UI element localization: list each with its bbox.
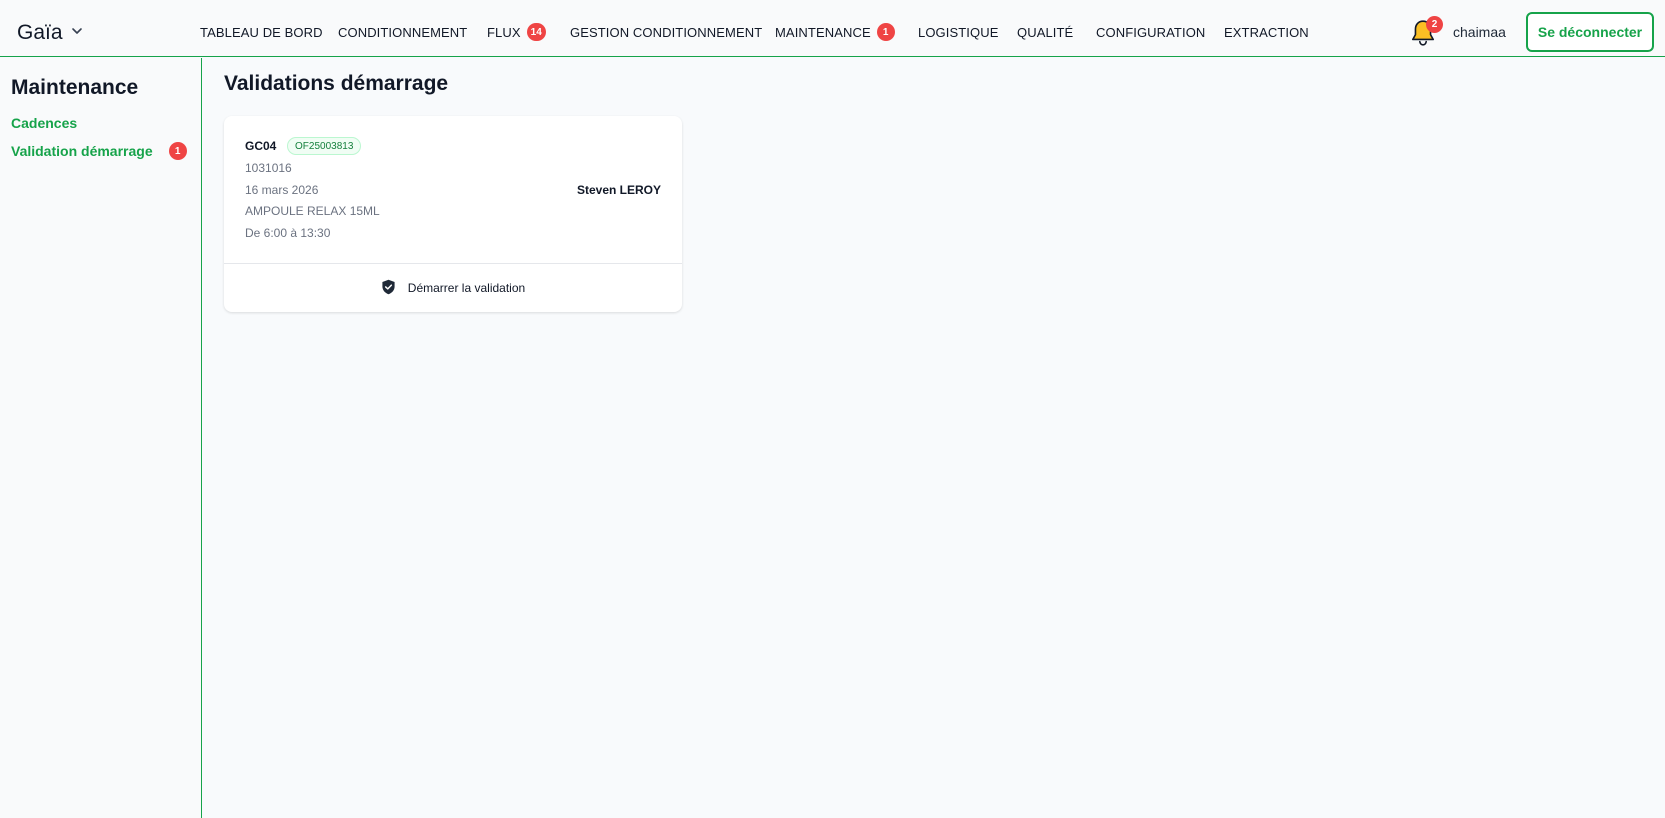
sidebar-item-label: Cadences: [11, 115, 78, 131]
product-name: AMPOULE RELAX 15ML: [245, 204, 380, 218]
page-title: Validations démarrage: [224, 72, 449, 95]
nav-label: LOGISTIQUE: [918, 24, 999, 40]
nav-gestion-conditionnement[interactable]: GESTION CONDITIONNEMENT: [570, 22, 762, 42]
nav-label: EXTRACTION: [1224, 24, 1309, 40]
nav-label: CONFIGURATION: [1096, 24, 1206, 40]
operator-name: Steven LEROY: [576, 183, 661, 197]
nav-tableau-de-bord[interactable]: TABLEAU DE BORD: [200, 22, 323, 42]
nav-label: MAINTENANCE: [775, 24, 871, 40]
validation-card: GC04 OF25003813 1031016 16 mars 2026 AMP…: [224, 116, 682, 312]
sidebar-title: Maintenance: [11, 76, 139, 99]
nav-label: FLUX: [487, 24, 521, 40]
validation-count-badge: 1: [168, 142, 187, 160]
nav-maintenance[interactable]: MAINTENANCE 1: [775, 22, 895, 42]
nav-logistique[interactable]: LOGISTIQUE: [918, 22, 998, 42]
nav-qualite[interactable]: QUALITÉ: [1017, 22, 1073, 42]
app-name: Gaïa: [17, 21, 63, 44]
nav-conditionnement[interactable]: CONDITIONNEMENT: [338, 22, 467, 42]
flux-count-badge: 14: [526, 23, 546, 41]
shield-check-icon: [381, 279, 396, 298]
sidebar-item-cadences[interactable]: Cadences: [11, 115, 77, 131]
nav-label: CONDITIONNEMENT: [338, 24, 468, 40]
chevron-down-icon: [71, 24, 83, 42]
nav-flux[interactable]: FLUX 14: [487, 22, 546, 42]
notifications-button[interactable]: 2: [1410, 16, 1443, 46]
app-switcher[interactable]: Gaïa: [17, 20, 83, 46]
sidebar: Maintenance Cadences Validation démarrag…: [0, 58, 202, 818]
machine-code: GC04: [245, 139, 277, 153]
sidebar-item-label: Validation démarrage: [11, 143, 153, 159]
nav-configuration[interactable]: CONFIGURATION: [1096, 22, 1205, 42]
start-validation-button[interactable]: Démarrer la validation: [224, 264, 682, 312]
nav-extraction[interactable]: EXTRACTION: [1224, 22, 1309, 42]
notification-count-badge: 2: [1426, 16, 1443, 33]
validation-date: 16 mars 2026: [245, 183, 319, 197]
top-navigation-bar: Gaïa TABLEAU DE BORD CONDITIONNEMENT FLU…: [0, 0, 1665, 57]
product-code: 1031016: [245, 161, 292, 175]
nav-label: QUALITÉ: [1017, 24, 1074, 40]
user-name: chaimaa: [1453, 24, 1506, 40]
maintenance-count-badge: 1: [876, 23, 895, 41]
nav-label: GESTION CONDITIONNEMENT: [570, 24, 763, 40]
sidebar-item-validation-demarrage[interactable]: Validation démarrage 1: [11, 142, 187, 160]
start-validation-label: Démarrer la validation: [407, 281, 526, 295]
logout-button[interactable]: Se déconnecter: [1526, 12, 1654, 52]
schedule: De 6:00 à 13:30: [245, 226, 331, 240]
of-number-tag: OF25003813: [287, 137, 362, 155]
nav-label: TABLEAU DE BORD: [200, 24, 323, 40]
